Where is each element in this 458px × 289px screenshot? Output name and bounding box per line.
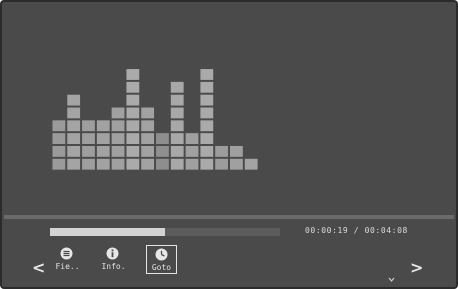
spectrum-block <box>126 120 140 132</box>
spectrum-block <box>126 158 140 170</box>
spectrum-block <box>185 145 199 157</box>
spectrum-block <box>67 158 81 170</box>
spectrum-block <box>82 120 95 132</box>
spectrum-block <box>111 107 125 119</box>
playback-progress-fill <box>50 228 165 236</box>
spectrum-bar <box>156 133 169 170</box>
spectrum-block <box>52 133 66 145</box>
spectrum-bar <box>215 145 229 170</box>
spectrum-block <box>170 120 184 132</box>
spectrum-block <box>96 120 110 132</box>
spectrum-block <box>170 158 184 170</box>
info-button[interactable]: Info. <box>98 245 129 274</box>
info-icon <box>106 247 119 260</box>
spectrum-block <box>111 120 125 132</box>
spectrum-block <box>200 94 214 106</box>
spectrum-block <box>170 107 184 119</box>
spectrum-block <box>67 120 81 132</box>
spectrum-block <box>200 107 214 119</box>
spectrum-block <box>111 145 125 157</box>
spectrum-block <box>67 133 81 145</box>
spectrum-block <box>215 158 229 170</box>
spectrum-block <box>170 133 184 145</box>
spectrum-block <box>141 133 155 145</box>
spectrum-block <box>52 145 66 157</box>
spectrum-block <box>141 107 155 119</box>
spectrum-block <box>96 145 110 157</box>
spectrum-block <box>170 94 184 106</box>
playback-progress-bar[interactable] <box>50 228 280 236</box>
spectrum-block <box>215 145 229 157</box>
spectrum-block <box>185 133 199 145</box>
next-arrow-button[interactable]: > <box>410 260 423 276</box>
spectrum-bar <box>111 107 125 170</box>
clock-icon <box>155 248 168 261</box>
spectrum-block <box>111 133 125 145</box>
goto-button-label: Goto <box>151 263 172 272</box>
spectrum-block <box>67 145 81 157</box>
spectrum-block <box>200 120 214 132</box>
time-readout: 00:00:19 / 00:04:08 <box>305 226 408 235</box>
spectrum-block <box>96 133 110 145</box>
spectrum-block <box>156 133 169 145</box>
spectrum-bar <box>200 69 214 170</box>
spectrum-bar <box>229 145 243 170</box>
spectrum-block <box>67 107 81 119</box>
spectrum-block <box>156 145 169 157</box>
spectrum-block <box>126 69 140 80</box>
spectrum-bar <box>52 120 66 170</box>
spectrum-block <box>200 81 214 93</box>
spectrum-block <box>52 120 66 132</box>
spectrum-block <box>229 158 243 170</box>
spectrum-block <box>82 133 95 145</box>
spectrum-block <box>170 145 184 157</box>
spectrum-block <box>200 133 214 145</box>
info-button-label: Info. <box>101 262 126 271</box>
file-list-button[interactable]: Fie.. <box>52 245 83 274</box>
spectrum-block <box>126 133 140 145</box>
spectrum-block <box>170 81 184 93</box>
spectrum-block <box>126 94 140 106</box>
spectrum-block <box>126 145 140 157</box>
spectrum-bar <box>185 133 199 170</box>
spectrum-block <box>82 158 95 170</box>
chevron-down-icon[interactable] <box>388 276 395 283</box>
spectrum-block <box>200 158 214 170</box>
spectrum-block <box>244 158 258 170</box>
previous-arrow-button[interactable]: < <box>32 260 45 276</box>
spectrum-block <box>82 145 95 157</box>
list-icon <box>60 247 73 260</box>
spectrum-bar <box>141 107 155 170</box>
spectrum-bar <box>96 120 110 170</box>
spectrum-block <box>200 69 214 80</box>
spectrum-block <box>67 94 81 106</box>
tv-screen: 00:00:19 / 00:04:08 < Fie.. Info. Goto > <box>0 0 458 289</box>
spectrum-bar <box>244 158 258 170</box>
spectrum-block <box>229 145 243 157</box>
spectrum-block <box>185 158 199 170</box>
spectrum-block <box>126 81 140 93</box>
spectrum-block <box>141 158 155 170</box>
spectrum-bar <box>82 120 95 170</box>
spectrum-block <box>126 107 140 119</box>
goto-button[interactable]: Goto <box>146 245 177 274</box>
control-bar-divider <box>4 215 454 219</box>
spectrum-block <box>111 158 125 170</box>
spectrum-block <box>52 158 66 170</box>
spectrum-block <box>96 158 110 170</box>
spectrum-block <box>141 120 155 132</box>
spectrum-bar <box>126 69 140 170</box>
file-list-button-label: Fie.. <box>55 262 80 271</box>
spectrum-bar <box>67 94 81 170</box>
spectrum-bar <box>170 81 184 170</box>
spectrum-block <box>156 158 169 170</box>
spectrum-block <box>200 145 214 157</box>
spectrum-block <box>141 145 155 157</box>
